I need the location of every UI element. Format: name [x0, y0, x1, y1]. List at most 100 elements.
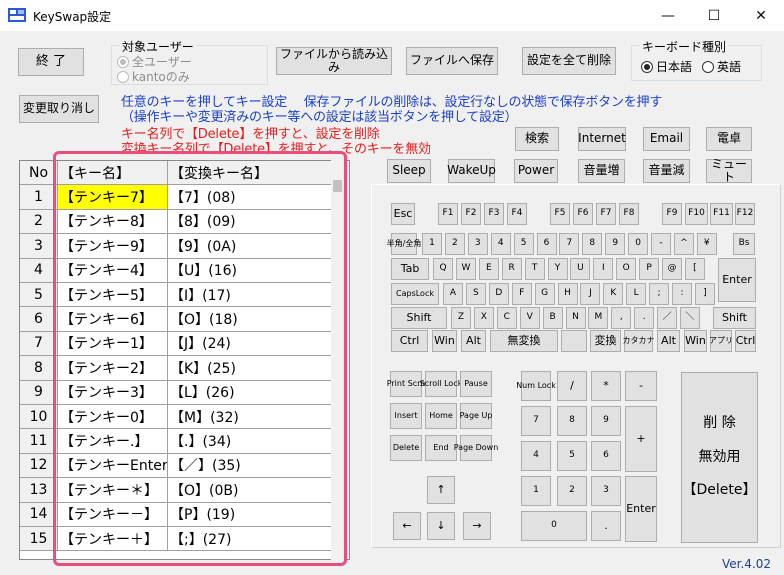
key-arrow-left[interactable]: ←: [393, 512, 421, 540]
delete-disable-key[interactable]: 削 除 無効用 【Delete】: [681, 372, 758, 543]
maximize-button[interactable]: ☐: [691, 0, 737, 31]
key-q-12[interactable]: [: [684, 258, 705, 280]
key-katakana[interactable]: カタカナ: [623, 330, 655, 352]
load-from-file-button[interactable]: ファイルから読み込み: [276, 47, 392, 75]
key-np-0[interactable]: 0: [521, 511, 587, 541]
key-hankaku[interactable]: 半角/全角: [387, 233, 421, 255]
key-q-9[interactable]: O: [616, 258, 637, 280]
key-arrow-down[interactable]: ↓: [427, 512, 455, 540]
media-key-internet[interactable]: Internet: [578, 127, 626, 151]
key-num-3[interactable]: 3: [467, 233, 488, 255]
key-henkan[interactable]: 変換: [590, 330, 621, 352]
key-np-minus[interactable]: -: [625, 371, 657, 401]
key-numlock[interactable]: Num Lock: [516, 371, 556, 401]
key-fn-5[interactable]: F5: [550, 203, 570, 225]
key-z-2[interactable]: X: [473, 307, 494, 329]
key-np-8[interactable]: 8: [557, 406, 587, 436]
key-num-8[interactable]: 8: [582, 233, 603, 255]
key-np-5[interactable]: 5: [557, 441, 587, 471]
close-button[interactable]: ✕: [738, 0, 784, 31]
delete-all-settings-button[interactable]: 設定を全て削除: [522, 47, 616, 75]
key-apps[interactable]: アプリ: [709, 330, 733, 352]
key-a-3[interactable]: D: [488, 283, 509, 305]
media-key-calculator[interactable]: 電卓: [706, 127, 752, 151]
key-muhenkan[interactable]: 無変換: [490, 330, 558, 352]
key-num-10[interactable]: 0: [628, 233, 649, 255]
key-home[interactable]: Home: [425, 403, 457, 429]
key-end[interactable]: End: [425, 435, 457, 461]
key-fn-8[interactable]: F8: [619, 203, 639, 225]
key-z-7[interactable]: M: [588, 307, 609, 329]
key-a-6[interactable]: H: [557, 283, 578, 305]
key-capslock[interactable]: CapsLock: [391, 283, 439, 305]
key-z-6[interactable]: N: [565, 307, 586, 329]
key-scroll-lock[interactable]: Scroll Lock: [420, 371, 462, 397]
key-fn-9[interactable]: F9: [662, 203, 682, 225]
key-num-2[interactable]: 2: [444, 233, 465, 255]
key-arrow-right[interactable]: →: [463, 512, 491, 540]
key-win-right[interactable]: Win: [684, 330, 707, 352]
key-page-up[interactable]: Page Up: [460, 403, 492, 429]
key-z-10[interactable]: ／: [657, 307, 678, 329]
key-alt-left[interactable]: Alt: [461, 330, 486, 352]
key-ctrl-right[interactable]: Ctrl: [735, 330, 756, 352]
media-key-search[interactable]: 検索: [515, 127, 559, 151]
key-num-9[interactable]: 9: [605, 233, 626, 255]
radio-japanese[interactable]: 日本語: [641, 58, 692, 75]
key-fn-6[interactable]: F6: [573, 203, 593, 225]
key-shift-left[interactable]: Shift: [391, 307, 447, 329]
key-np-9[interactable]: 9: [591, 406, 621, 436]
key-num-12[interactable]: ^: [673, 233, 694, 255]
key-fn-4[interactable]: F4: [507, 203, 527, 225]
media-key-email[interactable]: Email: [643, 127, 690, 151]
key-page-down[interactable]: Page Down: [454, 435, 498, 461]
key-np-4[interactable]: 4: [521, 441, 551, 471]
key-fn-0[interactable]: Esc: [391, 203, 415, 225]
end-button[interactable]: 終 了: [18, 48, 84, 76]
media-key-volume-down[interactable]: 音量減: [643, 159, 690, 183]
key-np-1[interactable]: 1: [521, 476, 551, 506]
key-np-multiply[interactable]: *: [591, 371, 621, 401]
key-a-2[interactable]: S: [465, 283, 486, 305]
key-np-plus[interactable]: +: [625, 406, 657, 472]
key-alt-right[interactable]: Alt: [657, 330, 680, 352]
key-q-7[interactable]: U: [570, 258, 591, 280]
key-num-7[interactable]: 7: [559, 233, 580, 255]
key-fn-1[interactable]: F1: [438, 203, 458, 225]
key-q-4[interactable]: R: [501, 258, 522, 280]
key-z-11[interactable]: ＼: [680, 307, 700, 329]
key-fn-7[interactable]: F7: [596, 203, 616, 225]
key-np-2[interactable]: 2: [557, 476, 587, 506]
key-z-4[interactable]: V: [519, 307, 540, 329]
key-np-6[interactable]: 6: [591, 441, 621, 471]
media-key-wakeup[interactable]: WakeUp: [447, 159, 496, 183]
key-delete[interactable]: Delete: [390, 435, 422, 461]
key-z-1[interactable]: Z: [451, 307, 471, 329]
key-a-7[interactable]: J: [580, 283, 601, 305]
media-key-volume-up[interactable]: 音量増: [578, 159, 625, 183]
key-q-5[interactable]: T: [524, 258, 545, 280]
key-a-4[interactable]: F: [511, 283, 532, 305]
minimize-button[interactable]: —: [645, 0, 691, 31]
key-ctrl-left[interactable]: Ctrl: [391, 330, 428, 352]
key-num-11[interactable]: -: [651, 233, 671, 255]
key-z-3[interactable]: C: [496, 307, 517, 329]
key-q-3[interactable]: E: [478, 258, 499, 280]
key-num-13[interactable]: ¥: [696, 233, 717, 255]
key-insert[interactable]: Insert: [390, 403, 422, 429]
key-enter[interactable]: Enter: [718, 258, 756, 302]
key-q-10[interactable]: P: [639, 258, 660, 280]
key-np-dot[interactable]: .: [591, 511, 621, 541]
key-num-5[interactable]: 5: [513, 233, 534, 255]
media-key-sleep[interactable]: Sleep: [387, 159, 431, 183]
key-fn-11[interactable]: F11: [710, 203, 733, 225]
key-a-11[interactable]: :: [672, 283, 692, 305]
key-np-3[interactable]: 3: [591, 476, 621, 506]
key-print-screen[interactable]: Print Scrn: [387, 371, 425, 397]
key-fn-12[interactable]: F12: [735, 203, 755, 225]
key-a-9[interactable]: L: [626, 283, 647, 305]
key-fn-10[interactable]: F10: [685, 203, 708, 225]
key-backspace[interactable]: Bs: [733, 233, 755, 255]
key-space[interactable]: [561, 330, 587, 352]
key-win-left[interactable]: Win: [432, 330, 457, 352]
